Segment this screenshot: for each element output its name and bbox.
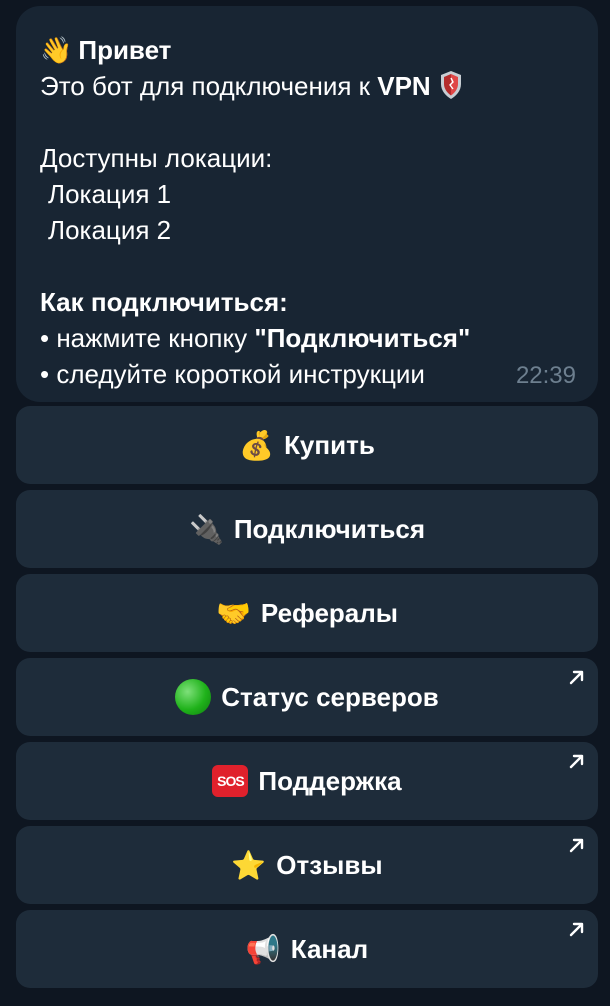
external-link-arrow-icon [569, 922, 584, 937]
intro-text: Это бот для подключения к [40, 71, 378, 101]
sos-icon-text: SOS [212, 765, 249, 797]
howto-header: Как подключиться: [40, 287, 288, 317]
location-item: Локация 1 [48, 179, 172, 209]
greeting-text: Привет [78, 35, 172, 65]
green-circle-icon [175, 679, 212, 715]
waving-hand-icon: 👋 [40, 35, 73, 65]
intro-line: Это бот для подключения к VPN [40, 68, 574, 104]
vpn-text: VPN [377, 71, 431, 101]
external-link-arrow-icon [569, 838, 584, 853]
step-2: • следуйте короткой инструкции [40, 359, 425, 389]
reviews-button[interactable]: ⭐ Отзывы [16, 826, 598, 904]
megaphone-icon: 📢 [245, 933, 281, 965]
external-link-arrow-icon [569, 670, 584, 685]
handshake-icon: 🤝 [216, 597, 251, 629]
buy-button[interactable]: 💰 Купить [16, 406, 598, 484]
plug-icon: 🔌 [188, 513, 224, 545]
step-1-button-name: "Подключиться" [254, 323, 471, 353]
support-button[interactable]: SOS Поддержка [16, 742, 598, 820]
location-item: Локация 2 [48, 215, 172, 245]
connect-button-label: Подключиться [233, 513, 426, 544]
connect-button[interactable]: 🔌 Подключиться [16, 490, 598, 568]
server-status-button[interactable]: Статус серверов [16, 658, 598, 736]
referrals-button[interactable]: 🤝 Рефералы [16, 574, 598, 652]
buy-button-label: Купить [284, 429, 375, 460]
referrals-button-label: Рефералы [260, 597, 398, 628]
external-link-arrow-icon [569, 754, 584, 769]
sos-icon: SOS [212, 765, 249, 797]
server-status-button-label: Статус серверов [221, 681, 439, 712]
step-1: • нажмите кнопку "Подключиться" [40, 320, 574, 356]
reviews-button-label: Отзывы [276, 849, 383, 880]
step-1-text: • нажмите кнопку [40, 323, 255, 353]
message-bubble: 👋 Привет Это бот для подключения к VPN Д… [16, 6, 598, 402]
star-icon: ⭐ [231, 849, 267, 881]
support-button-label: Поддержка [258, 765, 402, 796]
channel-button[interactable]: 📢 Канал [16, 910, 598, 988]
shield-icon [440, 71, 461, 99]
message-timestamp: 22:39 [515, 362, 576, 389]
greeting-line: 👋 Привет [40, 32, 574, 68]
channel-button-label: Канал [290, 933, 369, 964]
money-bag-icon: 💰 [239, 429, 275, 461]
locations-header: Доступны локации: [40, 143, 273, 173]
